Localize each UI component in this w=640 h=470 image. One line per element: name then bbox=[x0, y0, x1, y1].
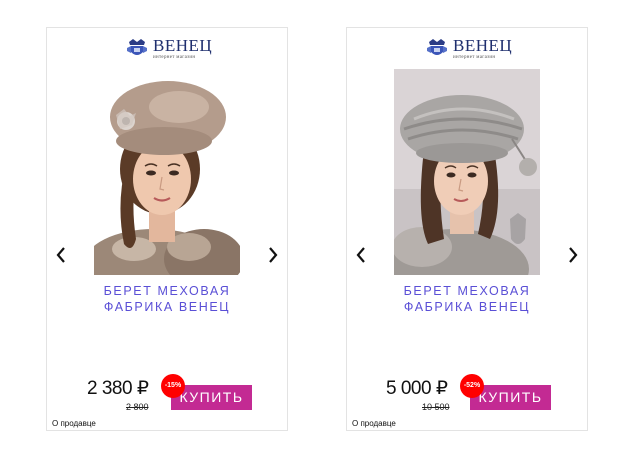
product-title-line: БЕРЕТ МЕХОВАЯ bbox=[403, 284, 531, 298]
seller-link[interactable]: О продавце bbox=[352, 419, 396, 428]
price: 2 380 ₽ bbox=[87, 378, 149, 399]
product-title-line: ФАБРИКА ВЕНЕЦ bbox=[103, 300, 231, 314]
product-photo[interactable] bbox=[94, 69, 240, 275]
fur-beret-photo bbox=[94, 69, 240, 275]
product-photo[interactable] bbox=[394, 69, 540, 275]
chevron-left-icon[interactable] bbox=[351, 240, 371, 270]
price: 5 000 ₽ bbox=[386, 378, 448, 399]
crown-shield-icon bbox=[427, 39, 447, 55]
chevron-right-icon[interactable] bbox=[563, 240, 583, 270]
product-title-line: ФАБРИКА ВЕНЕЦ bbox=[403, 300, 531, 314]
fur-beret-photo bbox=[394, 69, 540, 275]
seller-link[interactable]: О продавце bbox=[52, 419, 96, 428]
product-title[interactable]: БЕРЕТ МЕХОВАЯ ФАБРИКА ВЕНЕЦ bbox=[47, 283, 287, 315]
chevron-right-icon[interactable] bbox=[263, 240, 283, 270]
product-title[interactable]: БЕРЕТ МЕХОВАЯ ФАБРИКА ВЕНЕЦ bbox=[347, 283, 587, 315]
discount-badge: -52% bbox=[460, 374, 484, 398]
discount-badge: -15% bbox=[161, 374, 185, 398]
brand-name: ВЕНЕЦ bbox=[153, 36, 213, 55]
product-title-line: БЕРЕТ МЕХОВАЯ bbox=[103, 284, 231, 298]
crown-shield-icon bbox=[127, 39, 147, 55]
chevron-left-icon[interactable] bbox=[51, 240, 71, 270]
old-price: 2 800 bbox=[126, 402, 149, 412]
brand-subtitle: интернет магазин bbox=[453, 55, 496, 60]
brand-name: ВЕНЕЦ bbox=[453, 36, 513, 55]
brand-logo: ВЕНЕЦ интернет магазин bbox=[47, 34, 287, 64]
brand-logo: ВЕНЕЦ интернет магазин bbox=[347, 34, 587, 64]
old-price: 10 500 bbox=[422, 402, 450, 412]
product-card[interactable]: ВЕНЕЦ интернет магазин БЕРЕТ МЕХОВАЯ ФАБ… bbox=[346, 27, 588, 431]
brand-subtitle: интернет магазин bbox=[153, 55, 196, 60]
product-card[interactable]: ВЕНЕЦ интернет магазин БЕРЕТ МЕХОВАЯ ФАБ… bbox=[46, 27, 288, 431]
